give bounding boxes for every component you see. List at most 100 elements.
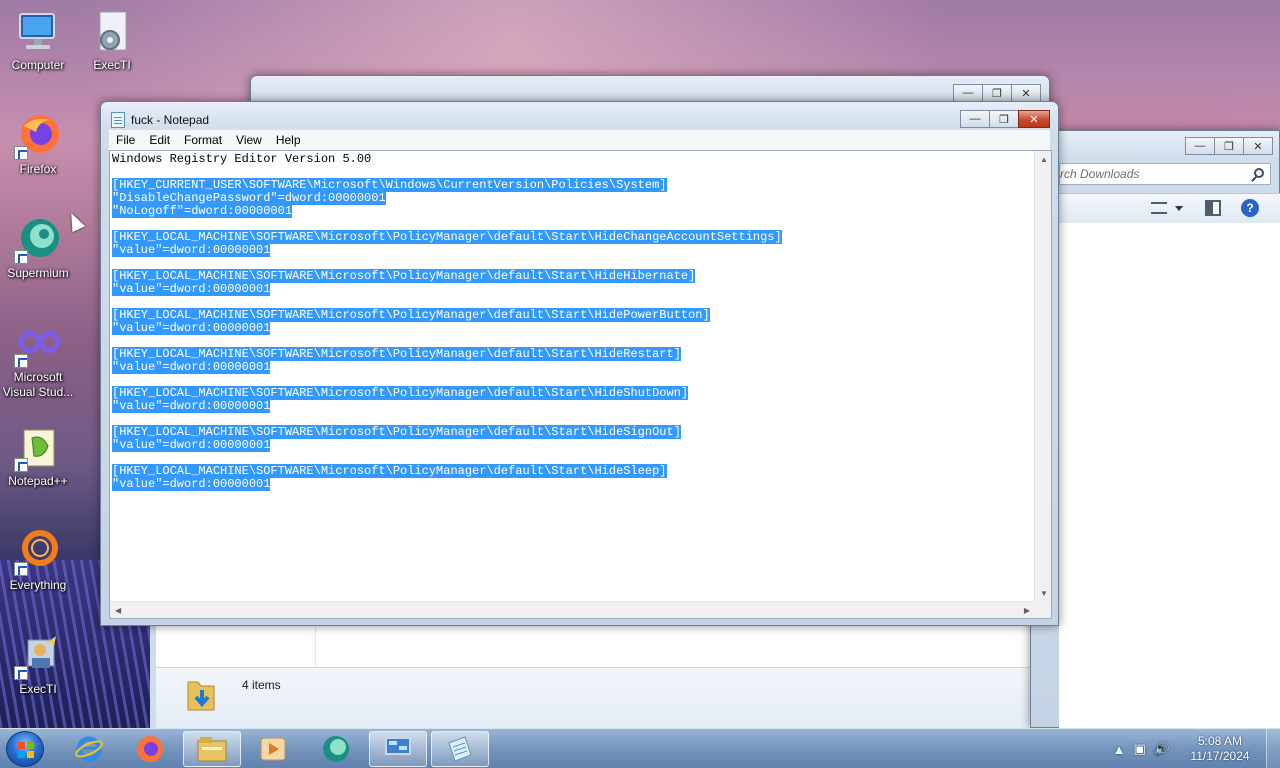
menu-view[interactable]: View bbox=[229, 133, 269, 147]
clock-date: 11/17/2024 bbox=[1190, 749, 1250, 763]
explorer-window[interactable]: — ❐ ✕ rch Downloads ? bbox=[1030, 130, 1280, 729]
editor-line-text: "NoLogoff"=dword:00000001 bbox=[112, 204, 293, 218]
editor-line: "value"=dword:00000001 bbox=[112, 282, 1037, 296]
media-player-icon bbox=[260, 737, 286, 761]
minimize-button[interactable]: — bbox=[960, 110, 990, 128]
show-desktop-button[interactable] bbox=[1266, 729, 1280, 768]
editor-line-text: "value"=dword:00000001 bbox=[112, 321, 271, 335]
editor-line-text: [HKEY_LOCAL_MACHINE\SOFTWARE\Microsoft\P… bbox=[112, 347, 681, 361]
editor-line: "NoLogoff"=dword:00000001 bbox=[112, 204, 1037, 218]
menu-format[interactable]: Format bbox=[177, 133, 229, 147]
menu-file[interactable]: File bbox=[109, 133, 142, 147]
editor-line: "value"=dword:00000001 bbox=[112, 360, 1037, 374]
desktop-icon-visual-studio[interactable]: Microsoft Visual Stud... bbox=[0, 320, 76, 400]
notepad-icon bbox=[111, 112, 125, 128]
close-button[interactable]: ✕ bbox=[1011, 84, 1041, 102]
close-button[interactable]: ✕ bbox=[1243, 137, 1273, 155]
minimize-button[interactable]: — bbox=[1185, 137, 1215, 155]
taskbar: ▲ ▣ 🔊 5:08 AM 11/17/2024 bbox=[0, 728, 1280, 768]
taskbar-internet-explorer[interactable] bbox=[60, 731, 118, 767]
minimize-button[interactable]: — bbox=[953, 84, 983, 102]
volume-icon[interactable]: 🔊 bbox=[1154, 741, 1170, 757]
horizontal-scrollbar[interactable]: ◀ ▶ bbox=[110, 601, 1035, 618]
maximize-button[interactable]: ❐ bbox=[1214, 137, 1244, 155]
desktop-icon-everything[interactable]: Everything bbox=[0, 528, 76, 593]
taskbar-firefox[interactable] bbox=[121, 731, 179, 767]
notepad-window[interactable]: fuck - Notepad — ❐ ✕ File Edit Format Vi… bbox=[100, 101, 1059, 626]
editor-line-text: [HKEY_LOCAL_MACHINE\SOFTWARE\Microsoft\P… bbox=[112, 230, 782, 244]
editor-line-text: "value"=dword:00000001 bbox=[112, 282, 271, 296]
help-icon[interactable]: ? bbox=[1241, 199, 1259, 217]
scrollbar-corner bbox=[1034, 601, 1051, 618]
firefox-icon bbox=[14, 112, 62, 160]
scroll-right-icon[interactable]: ▶ bbox=[1024, 606, 1030, 615]
search-icon[interactable] bbox=[1254, 168, 1264, 178]
editor-line: Windows Registry Editor Version 5.00 bbox=[112, 153, 1037, 166]
desktop-icon-label: ExecTI bbox=[93, 58, 131, 72]
view-options-icon[interactable] bbox=[1151, 202, 1167, 214]
taskbar-supermium[interactable] bbox=[307, 731, 365, 767]
desktop-icon-label: Notepad++ bbox=[8, 474, 68, 488]
close-button[interactable]: ✕ bbox=[1018, 110, 1050, 128]
desktop-icon-label: ExecTI bbox=[19, 682, 57, 696]
shortcut-arrow-icon bbox=[14, 354, 28, 368]
clock[interactable]: 5:08 AM 11/17/2024 bbox=[1174, 734, 1266, 764]
preview-pane-icon[interactable] bbox=[1205, 200, 1221, 216]
menu-help[interactable]: Help bbox=[269, 133, 308, 147]
item-count: 4 items bbox=[242, 678, 281, 692]
editor-line: "value"=dword:00000001 bbox=[112, 243, 1037, 257]
menu-edit[interactable]: Edit bbox=[142, 133, 177, 147]
editor-line-text: "value"=dword:00000001 bbox=[112, 360, 271, 374]
editor-line-text: "value"=dword:00000001 bbox=[112, 243, 271, 257]
scroll-left-icon[interactable]: ◀ bbox=[115, 606, 121, 615]
editor-line: "value"=dword:00000001 bbox=[112, 321, 1037, 335]
editor-line-text: "value"=dword:00000001 bbox=[112, 477, 271, 491]
editor-text-area[interactable]: Windows Registry Editor Version 5.00 [HKE… bbox=[112, 153, 1037, 601]
chevron-down-icon[interactable] bbox=[1175, 206, 1183, 211]
shortcut-arrow-icon bbox=[14, 250, 28, 264]
visual-studio-icon bbox=[14, 320, 62, 368]
vertical-scrollbar[interactable]: ▲ ▼ bbox=[1034, 151, 1051, 602]
desktop-icon-execti[interactable]: ExecTI bbox=[74, 8, 150, 73]
navigation-pane[interactable] bbox=[156, 626, 316, 668]
editor-line-text: "DisableChangePassword"=dword:00000001 bbox=[112, 191, 386, 205]
editor-line-text: [HKEY_LOCAL_MACHINE\SOFTWARE\Microsoft\P… bbox=[112, 386, 689, 400]
desktop-icon-computer[interactable]: Computer bbox=[0, 8, 76, 73]
taskbar-file-explorer[interactable] bbox=[183, 731, 241, 767]
explorer-file-list[interactable] bbox=[1059, 223, 1280, 729]
editor-line-text: [HKEY_CURRENT_USER\SOFTWARE\Microsoft\Wi… bbox=[112, 178, 667, 192]
start-button[interactable] bbox=[6, 731, 44, 767]
firefox-icon bbox=[137, 736, 163, 762]
maximize-button[interactable]: ❐ bbox=[989, 110, 1019, 128]
shortcut-arrow-icon bbox=[14, 458, 28, 472]
desktop-icon-firefox[interactable]: Firefox bbox=[0, 112, 76, 177]
internet-explorer-icon bbox=[75, 736, 103, 762]
desktop-icon-notepadpp[interactable]: Notepad++ bbox=[0, 424, 76, 489]
network-icon[interactable]: ▣ bbox=[1134, 741, 1146, 757]
taskbar-remote-desktop[interactable] bbox=[369, 731, 427, 767]
notepadpp-icon bbox=[14, 424, 62, 472]
editor-line-text: "value"=dword:00000001 bbox=[112, 399, 271, 413]
editor-line: "value"=dword:00000001 bbox=[112, 438, 1037, 452]
computer-icon bbox=[14, 8, 62, 56]
desktop-icon-label: Everything bbox=[9, 578, 67, 592]
desktop-icon-supermium[interactable]: Supermium bbox=[0, 216, 76, 281]
taskbar-notepad[interactable] bbox=[431, 731, 489, 767]
search-placeholder: rch Downloads bbox=[1060, 167, 1140, 181]
downloads-folder-icon bbox=[186, 676, 216, 714]
clock-time: 5:08 AM bbox=[1197, 734, 1243, 748]
shortcut-arrow-icon bbox=[14, 146, 28, 160]
search-input[interactable]: rch Downloads bbox=[1059, 163, 1271, 185]
shortcut-arrow-icon bbox=[14, 666, 28, 680]
chevron-up-icon[interactable]: ▲ bbox=[1113, 742, 1126, 757]
text-editor[interactable]: Windows Registry Editor Version 5.00 [HKE… bbox=[109, 150, 1052, 619]
desktop-icon-label: Firefox bbox=[19, 162, 57, 176]
system-tray: ▲ ▣ 🔊 5:08 AM 11/17/2024 bbox=[1109, 729, 1280, 768]
editor-line-text: [HKEY_LOCAL_MACHINE\SOFTWARE\Microsoft\P… bbox=[112, 464, 667, 478]
maximize-button[interactable]: ❐ bbox=[982, 84, 1012, 102]
shortcut-arrow-icon bbox=[14, 562, 28, 576]
scroll-down-icon[interactable]: ▼ bbox=[1040, 589, 1048, 598]
taskbar-media-player[interactable] bbox=[244, 731, 302, 767]
desktop-icon-execti-shortcut[interactable]: ExecTI bbox=[0, 632, 76, 697]
scroll-up-icon[interactable]: ▲ bbox=[1040, 155, 1048, 164]
